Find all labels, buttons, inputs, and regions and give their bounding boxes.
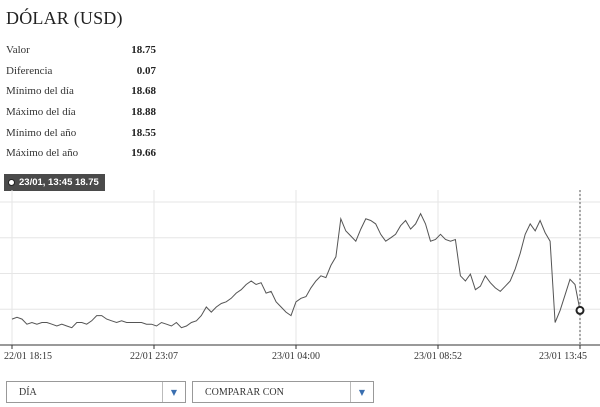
dropdown-arrow-icon[interactable]: ▼ [350,382,373,402]
chart-controls: DÍA ▼ COMPARAR CON ▼ [6,381,374,403]
period-select-label: DÍA [19,386,37,398]
stat-label: Mínimo del día [6,85,74,98]
stat-label: Máximo del año [6,147,79,160]
price-chart[interactable]: 22/01 18:15 22/01 23:07 23/01 04:00 23/01 0… [0,190,600,370]
stat-row-minimo-dia: Mínimo del día 18.68 [6,81,156,102]
stat-value: 18.68 [131,85,156,98]
tooltip-text: 23/01, 13:45 18.75 [19,177,99,188]
stat-value: 19.66 [131,147,156,160]
x-tick-label: 23/01 13:45 [539,351,587,362]
stat-label: Valor [6,44,30,57]
x-tick-label: 22/01 23:07 [130,351,178,362]
period-select[interactable]: DÍA ▼ [6,381,186,403]
stat-value: 18.75 [131,44,156,57]
hover-point-marker [575,305,585,315]
x-tick-label: 23/01 08:52 [414,351,462,362]
stat-row-maximo-anio: Máximo del año 19.66 [6,143,156,164]
x-tick-label: 23/01 04:00 [272,351,320,362]
page-title: DÓLAR (USD) [6,8,123,28]
x-tick-label: 22/01 18:15 [4,351,52,362]
compare-select-label: COMPARAR CON [205,386,284,398]
stat-value: 0.07 [136,64,156,77]
tooltip-marker-icon [8,179,15,186]
stats-table: Valor 18.75 Diferencia 0.07 Mínimo del d… [6,40,156,164]
stat-value: 18.88 [131,106,156,119]
stat-row-minimo-anio: Mínimo del año 18.55 [6,122,156,143]
stat-label: Mínimo del año [6,126,77,139]
stat-row-diferencia: Diferencia 0.07 [6,61,156,82]
compare-select[interactable]: COMPARAR CON ▼ [192,381,374,403]
stat-row-maximo-dia: Máximo del día 18.88 [6,102,156,123]
stat-row-valor: Valor 18.75 [6,40,156,61]
stat-value: 18.55 [131,126,156,139]
stat-label: Diferencia [6,64,53,77]
chart-tooltip: 23/01, 13:45 18.75 [4,174,105,191]
stat-label: Máximo del día [6,106,76,119]
x-axis-ticks: 22/01 18:15 22/01 23:07 23/01 04:00 23/01 0… [0,344,600,362]
dropdown-arrow-icon[interactable]: ▼ [162,382,185,402]
